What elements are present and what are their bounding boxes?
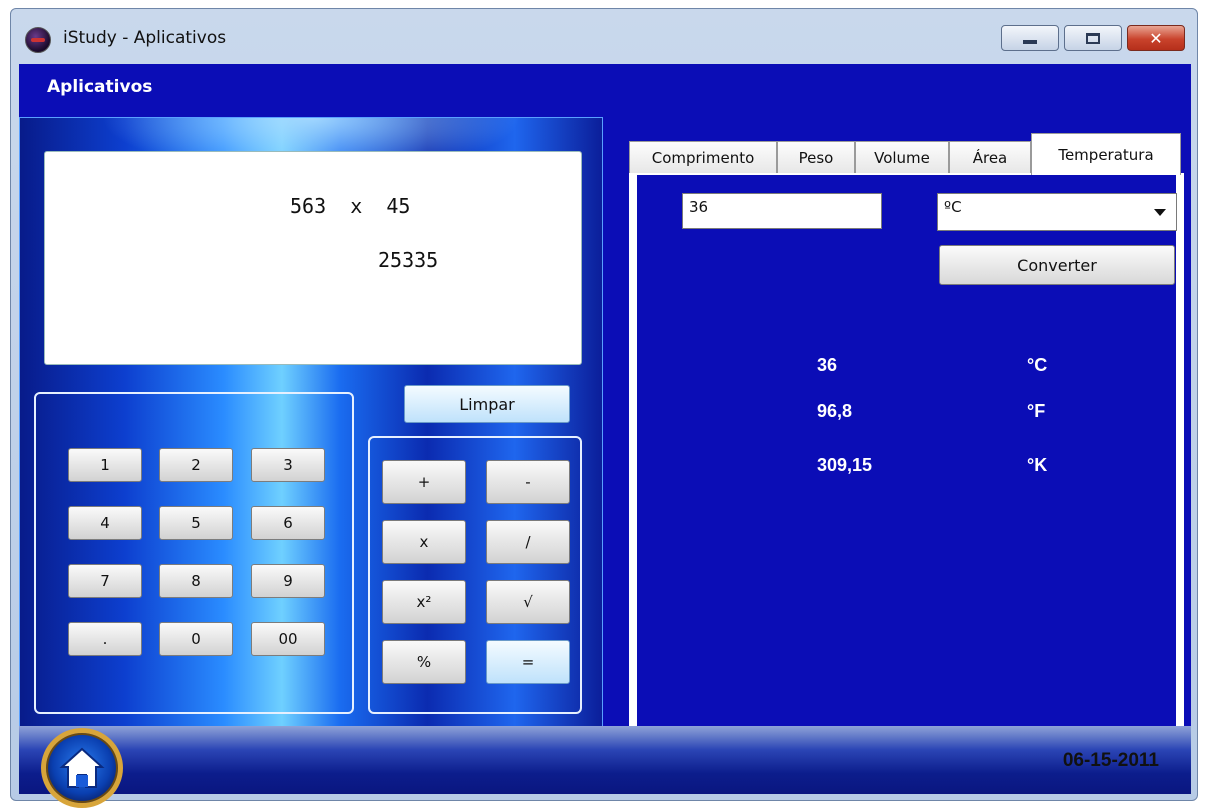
close-button[interactable]: ✕: [1127, 25, 1185, 51]
key-2[interactable]: 2: [159, 448, 233, 482]
title-bar[interactable]: iStudy - Aplicativos ✕: [11, 9, 1197, 65]
maximize-button[interactable]: [1064, 25, 1122, 51]
tab-area[interactable]: Área: [949, 141, 1031, 173]
key-multiply[interactable]: x: [382, 520, 466, 564]
key-4[interactable]: 4: [68, 506, 142, 540]
result-value-kelvin: 309,15: [817, 455, 873, 475]
key-sqrt[interactable]: √: [486, 580, 570, 624]
key-8[interactable]: 8: [159, 564, 233, 598]
key-decimal[interactable]: .: [68, 622, 142, 656]
key-1[interactable]: 1: [68, 448, 142, 482]
key-equals[interactable]: =: [486, 640, 570, 684]
date-label: 06-15-2011: [1062, 750, 1159, 771]
status-bar: 06-15-2011: [19, 726, 1191, 808]
display-expression: 563 x 45: [290, 194, 411, 218]
result-unit-fahrenheit: °F: [1027, 401, 1046, 421]
key-6[interactable]: 6: [251, 506, 325, 540]
key-00[interactable]: 00: [251, 622, 325, 656]
minimize-icon: [1023, 40, 1037, 44]
result-unit-kelvin: °K: [1027, 455, 1048, 475]
unit-dropdown[interactable]: ºC: [937, 193, 1177, 231]
key-3[interactable]: 3: [251, 448, 325, 482]
temperature-input[interactable]: 36: [682, 193, 882, 229]
result-unit-celsius: °C: [1027, 355, 1048, 375]
key-square[interactable]: x²: [382, 580, 466, 624]
temperature-tab-page: 36 ºC Converter 36 °C 96,8 °F 309,15 °K: [629, 173, 1184, 753]
unit-dropdown-value: ºC: [944, 198, 962, 216]
app-window: iStudy - Aplicativos ✕ Aplicativos 563 x…: [10, 8, 1198, 808]
clear-button[interactable]: Limpar: [404, 385, 570, 423]
display-result: 25335: [378, 248, 439, 272]
operator-pad: + - x / x² √ % =: [368, 436, 582, 714]
key-divide[interactable]: /: [486, 520, 570, 564]
key-7[interactable]: 7: [68, 564, 142, 598]
key-9[interactable]: 9: [251, 564, 325, 598]
close-icon: ✕: [1149, 28, 1163, 48]
page-title: Aplicativos: [47, 77, 153, 97]
converter-panel: Comprimento Peso Volume Área Temperatura…: [629, 129, 1189, 794]
key-add[interactable]: +: [382, 460, 466, 504]
tab-temperatura[interactable]: Temperatura: [1031, 133, 1181, 175]
result-value-fahrenheit: 96,8: [817, 401, 853, 421]
result-value-celsius: 36: [817, 355, 838, 375]
window-title: iStudy - Aplicativos: [63, 28, 227, 48]
key-0[interactable]: 0: [159, 622, 233, 656]
tab-peso[interactable]: Peso: [777, 141, 855, 173]
calculator-panel: 563 x 45 25335 Limpar 1 2 3 4 5 6 7 8 9 …: [19, 117, 603, 727]
minimize-button[interactable]: [1001, 25, 1059, 51]
key-5[interactable]: 5: [159, 506, 233, 540]
calculator-display: 563 x 45 25335: [44, 151, 582, 365]
convert-button[interactable]: Converter: [939, 245, 1175, 285]
key-percent[interactable]: %: [382, 640, 466, 684]
home-icon: [59, 747, 105, 788]
home-button[interactable]: [41, 728, 123, 808]
app-logo-icon: [25, 27, 51, 53]
chevron-down-icon[interactable]: [1154, 209, 1166, 216]
key-subtract[interactable]: -: [486, 460, 570, 504]
maximize-icon: [1086, 32, 1100, 44]
tab-comprimento[interactable]: Comprimento: [629, 141, 777, 173]
tab-volume[interactable]: Volume: [855, 141, 949, 173]
client-area: Aplicativos 563 x 45 25335 Limpar 1 2 3 …: [19, 64, 1191, 808]
number-pad: 1 2 3 4 5 6 7 8 9 . 0 00: [34, 392, 354, 714]
